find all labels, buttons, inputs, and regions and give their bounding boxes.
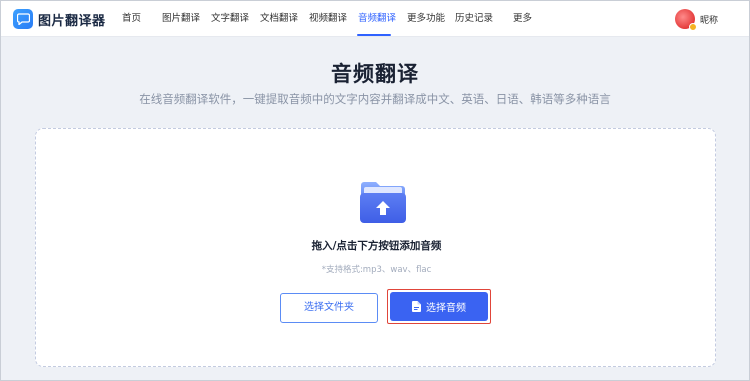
upload-hint: 拖入/点击下方按钮添加音频 [311,240,442,252]
chat-bubble-icon [13,9,33,29]
select-audio-label: 选择音频 [426,303,466,314]
user-nickname[interactable]: 昵称 [700,13,718,26]
select-folder-button[interactable]: 选择文件夹 [280,293,378,323]
page-title: 音频翻译 [331,62,419,86]
logo[interactable]: 图片翻译器 [13,9,106,29]
nav-more-features[interactable]: 更多功能 [407,1,445,37]
nav-document-translate[interactable]: 文档翻译 [260,1,298,37]
nav-more[interactable]: 更多 [513,1,532,37]
select-audio-button[interactable]: 选择音频 [390,292,488,321]
avatar[interactable] [675,9,697,31]
page-subtitle: 在线音频翻译软件，一键提取音频中的文字内容并翻译成中文、英语、日语、韩语等多种语… [139,92,611,106]
folder-upload-icon [360,182,406,223]
nav-video-translate[interactable]: 视频翻译 [309,1,347,37]
supported-formats: *支持格式:mp3、wav、flac [321,265,432,275]
nav-active-indicator [357,34,391,36]
nav-history[interactable]: 历史记录 [455,1,493,37]
top-navbar: 图片翻译器 首页 图片翻译 文字翻译 文档翻译 视频翻译 音频翻译 更多功能 历… [1,1,749,37]
nav-audio-translate[interactable]: 音频翻译 [358,1,396,37]
nav-text-translate[interactable]: 文字翻译 [211,1,249,37]
badge-icon [689,23,697,31]
document-icon [412,301,421,312]
nav-home[interactable]: 首页 [122,1,141,37]
user-menu[interactable]: 昵称 [675,9,718,31]
nav-image-translate[interactable]: 图片翻译 [162,1,200,37]
logo-text: 图片翻译器 [38,13,106,29]
upload-dropzone[interactable]: 拖入/点击下方按钮添加音频 *支持格式:mp3、wav、flac 选择文件夹 选… [35,128,716,367]
